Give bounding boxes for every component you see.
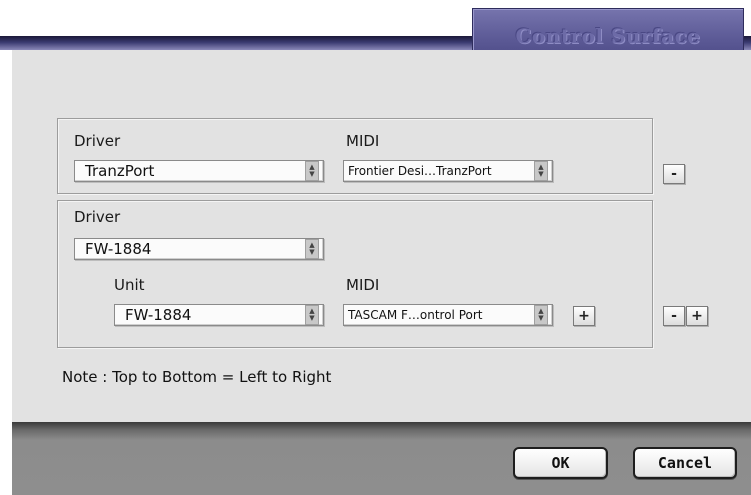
unit-label: Unit	[114, 276, 145, 294]
midi-label: MIDI	[346, 132, 380, 150]
midi-popup[interactable]: Frontier Desi…TranzPort ▲ ▼	[343, 160, 553, 182]
remove-surface-button[interactable]: -	[663, 306, 685, 326]
midi-value: Frontier Desi…TranzPort	[348, 164, 492, 178]
unit-value: FW-1884	[125, 306, 192, 324]
driver-value: FW-1884	[85, 240, 152, 258]
note-text: Note : Top to Bottom = Left to Right	[62, 368, 332, 386]
driver-value: TranzPort	[85, 162, 155, 180]
driver-label: Driver	[74, 208, 121, 226]
unit-popup[interactable]: FW-1884 ▲ ▼	[114, 304, 324, 326]
driver-popup[interactable]: FW-1884 ▲ ▼	[74, 238, 324, 260]
midi-label: MIDI	[346, 276, 380, 294]
popup-arrows-icon: ▲ ▼	[534, 161, 548, 181]
driver-popup[interactable]: TranzPort ▲ ▼	[74, 160, 324, 182]
popup-arrows-icon: ▲ ▼	[305, 161, 319, 181]
midi-popup[interactable]: TASCAM F…ontrol Port ▲ ▼	[343, 304, 553, 326]
popup-arrows-icon: ▲ ▼	[534, 305, 548, 325]
popup-arrows-icon: ▲ ▼	[305, 305, 319, 325]
add-midi-button[interactable]: +	[573, 306, 595, 326]
remove-surface-button[interactable]: -	[663, 164, 685, 184]
ok-button[interactable]: OK	[513, 447, 608, 479]
midi-value: TASCAM F…ontrol Port	[348, 308, 483, 322]
cancel-button[interactable]: Cancel	[633, 447, 737, 479]
popup-arrows-icon: ▲ ▼	[305, 239, 319, 259]
window-title: Control Surface	[515, 24, 701, 48]
add-surface-button[interactable]: +	[686, 306, 708, 326]
driver-label: Driver	[74, 132, 121, 150]
surface-group-1	[57, 118, 653, 194]
